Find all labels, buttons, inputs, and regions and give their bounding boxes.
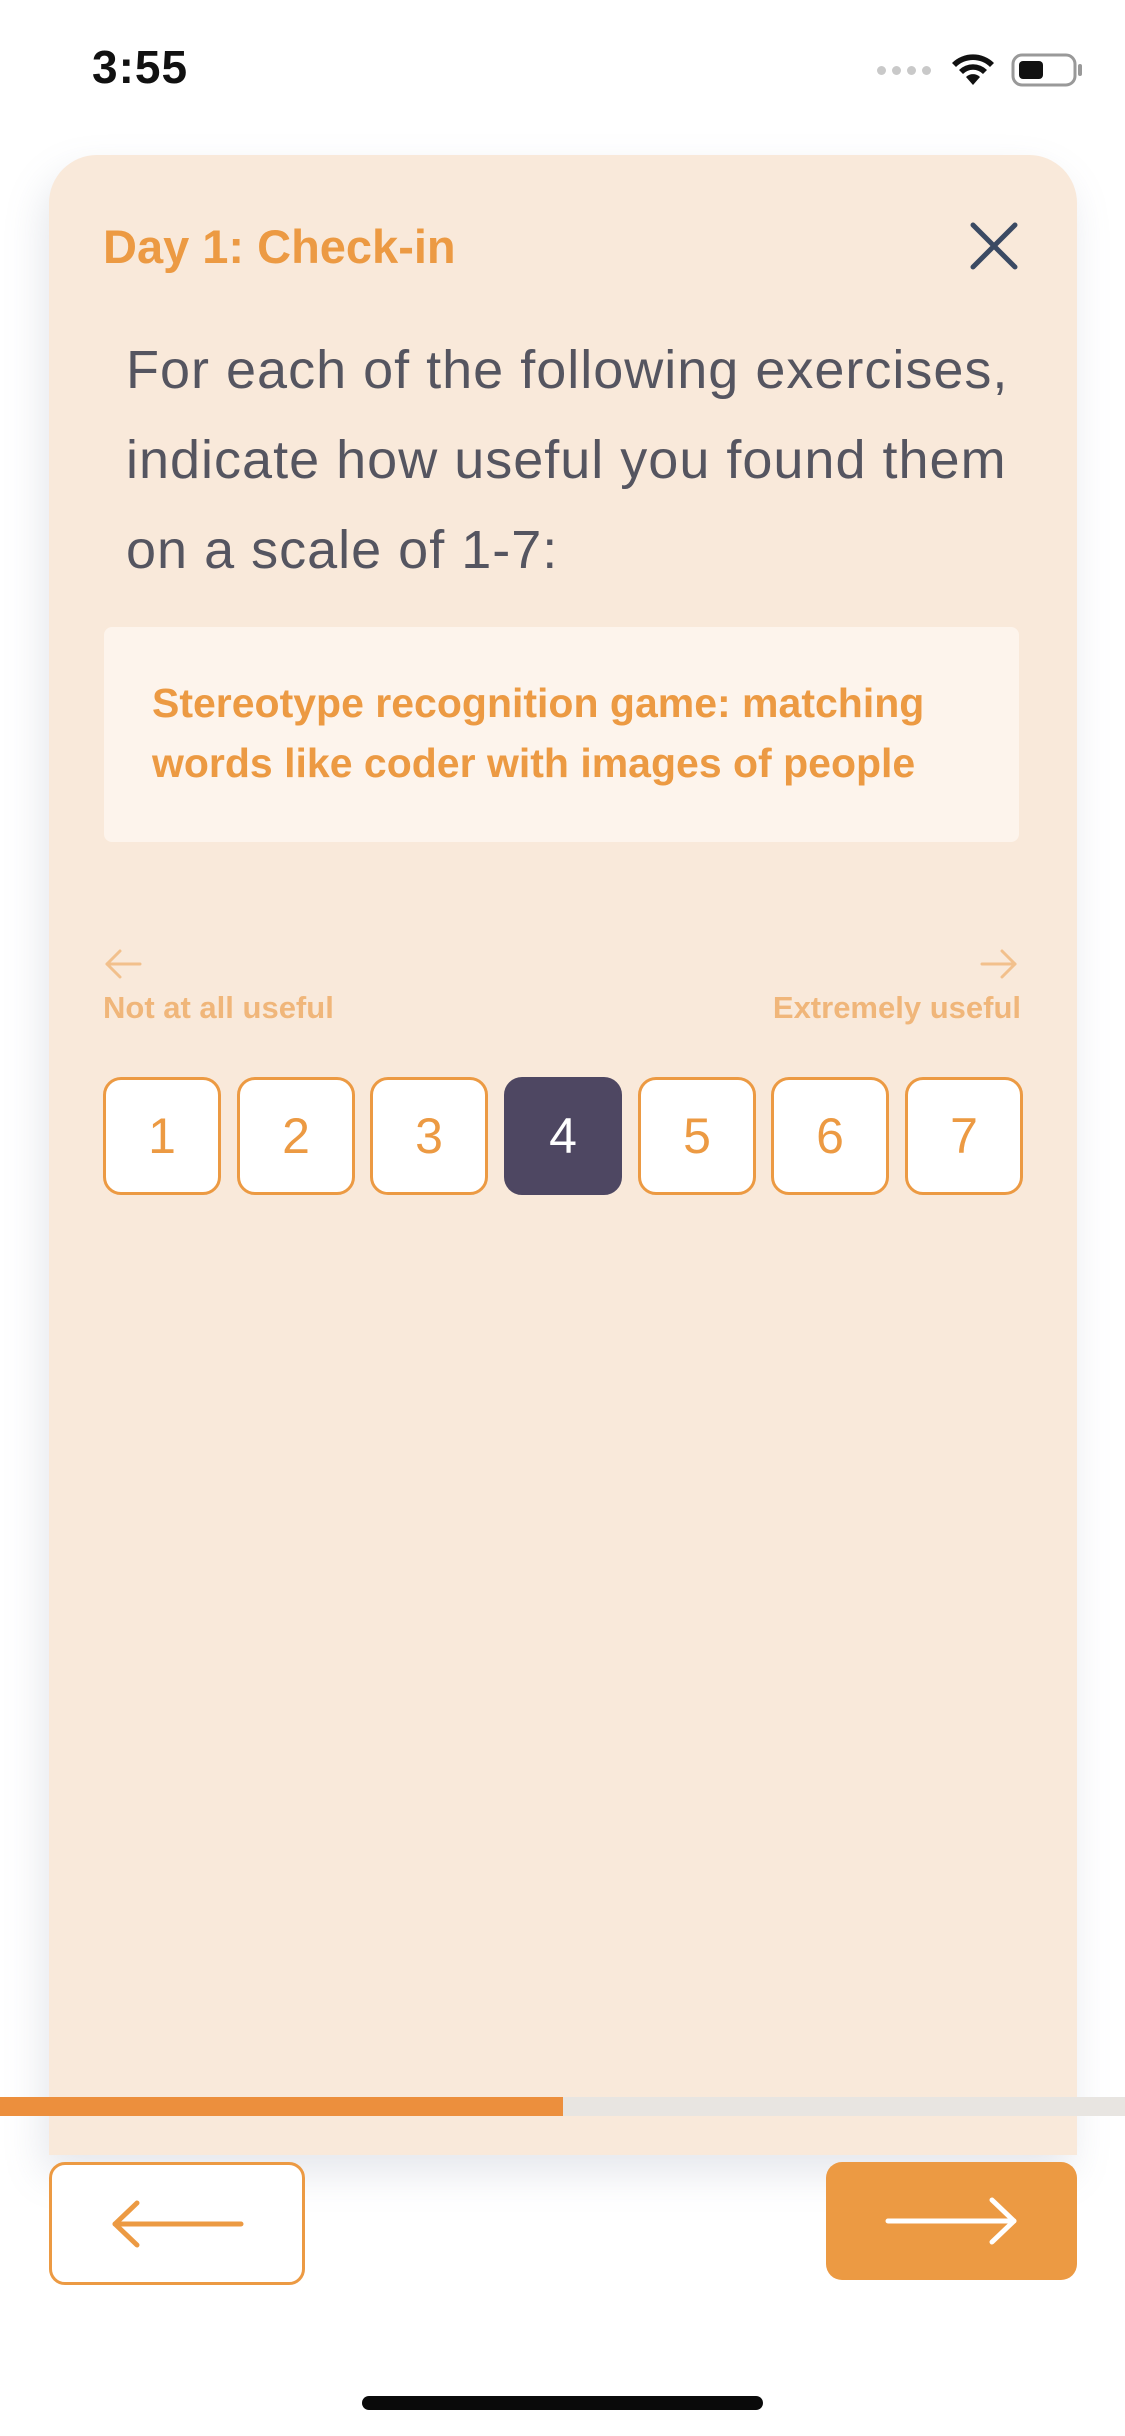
question-text: For each of the following exercises, ind…: [126, 340, 1009, 580]
status-time: 3:55: [92, 41, 189, 93]
rating-scale: 1 2 3 4 5 6 7: [103, 1077, 1024, 1197]
rating-option-4[interactable]: 4: [504, 1077, 622, 1195]
exercise-box: Stereotype recognition game: matching wo…: [104, 627, 1019, 842]
rating-option-2[interactable]: 2: [237, 1077, 355, 1195]
progress-bar: [0, 2097, 1125, 2116]
back-button[interactable]: [49, 2162, 305, 2285]
card-title: Day 1: Check-in: [103, 220, 456, 273]
progress-fill: [0, 2097, 563, 2116]
exercise-text: Stereotype recognition game: matching wo…: [152, 680, 925, 786]
signal-dots-icon: [877, 65, 931, 75]
home-indicator: [362, 2396, 763, 2410]
status-bar: 3:55: [0, 0, 1125, 140]
arrow-left-icon: [105, 949, 142, 979]
rating-option-6[interactable]: 6: [771, 1077, 889, 1195]
close-button[interactable]: [959, 211, 1029, 281]
scale-max-label: Extremely useful: [772, 990, 1021, 1025]
arrow-right-icon: [885, 2197, 1016, 2245]
rating-option-7[interactable]: 7: [905, 1077, 1023, 1195]
arrow-left-icon: [112, 2200, 244, 2247]
status-icons: [877, 48, 1085, 92]
battery-icon: [1011, 53, 1082, 87]
next-button[interactable]: [826, 2162, 1077, 2280]
rating-option-3[interactable]: 3: [370, 1077, 488, 1195]
close-icon: [970, 222, 1018, 270]
arrow-right-icon: [980, 949, 1017, 979]
wifi-icon: [952, 54, 994, 85]
rating-option-5[interactable]: 5: [638, 1077, 756, 1195]
scale-min-label: Not at all useful: [103, 990, 334, 1025]
checkin-card: Day 1: Check-in For each of the followin…: [49, 155, 1077, 2155]
rating-option-1[interactable]: 1: [103, 1077, 221, 1195]
